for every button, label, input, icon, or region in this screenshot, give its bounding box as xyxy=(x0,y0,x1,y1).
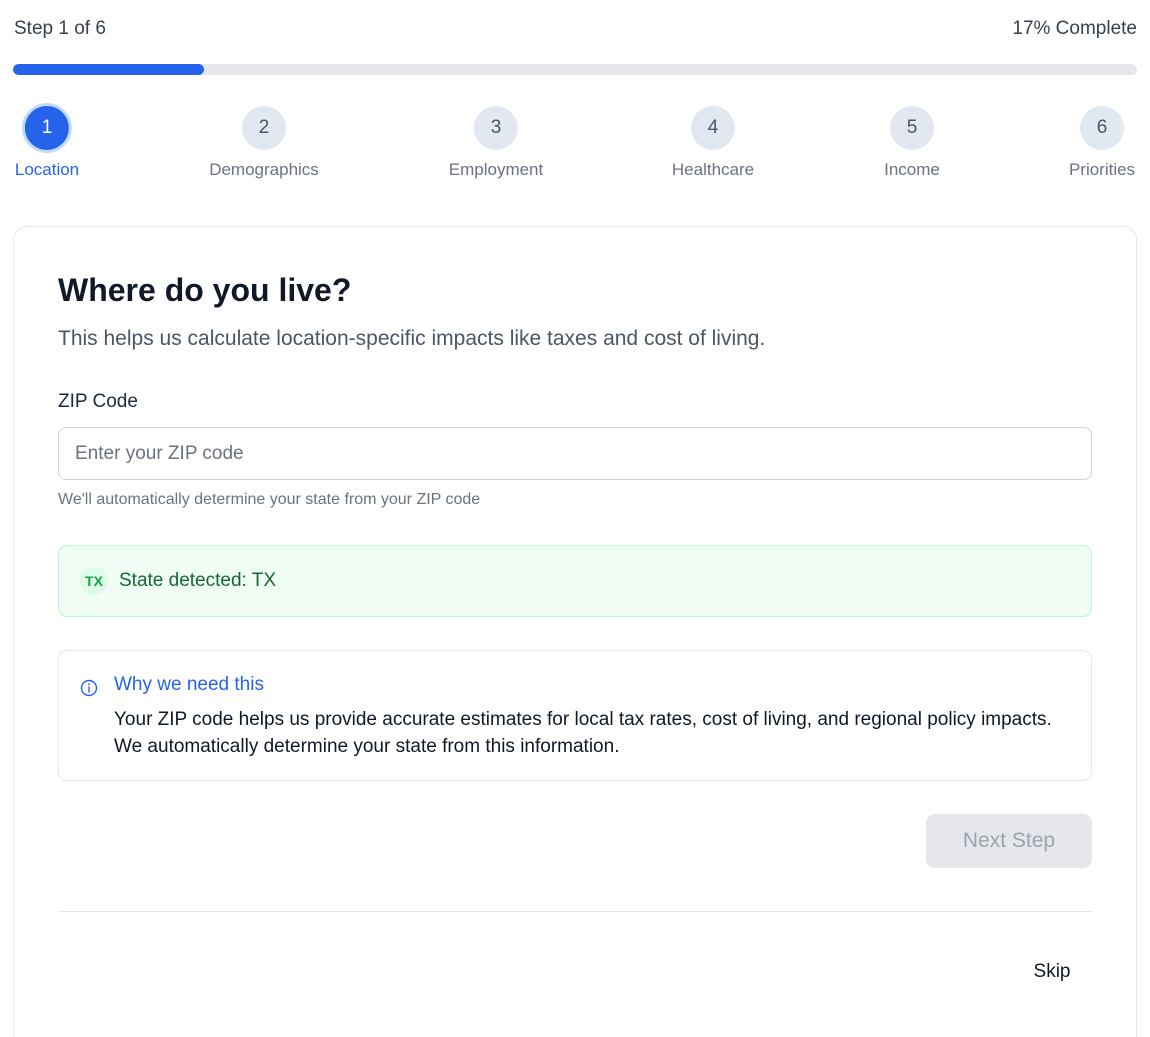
step-employment[interactable]: 3 Employment xyxy=(449,106,543,180)
step-income[interactable]: 5 Income xyxy=(884,106,940,180)
step-counter: Step 1 of 6 xyxy=(14,18,106,39)
skip-button[interactable]: Skip xyxy=(1012,950,1092,994)
zip-input[interactable] xyxy=(58,427,1092,480)
page-title: Where do you live? xyxy=(58,272,352,308)
percent-complete: 17% Complete xyxy=(1012,18,1137,39)
step-priorities[interactable]: 6 Priorities xyxy=(1069,106,1135,180)
divider xyxy=(58,911,1092,912)
step-label: Healthcare xyxy=(671,160,755,179)
state-badge: TX xyxy=(80,567,108,595)
step-label: Priorities xyxy=(1068,160,1136,179)
zip-helper-text: We'll automatically determine your state… xyxy=(58,491,481,508)
progress-bar-fill xyxy=(13,64,205,75)
info-body: Your ZIP code helps us provide accurate … xyxy=(114,709,1052,757)
step-number: 1 xyxy=(25,106,69,150)
step-healthcare[interactable]: 4 Healthcare xyxy=(672,106,754,180)
zip-label: ZIP Code xyxy=(58,391,138,412)
info-panel: Why we need this Your ZIP code helps us … xyxy=(58,650,1092,781)
page-subtitle: This helps us calculate location-specifi… xyxy=(58,327,766,350)
step-number: 2 xyxy=(241,106,286,150)
progress-header: Step 1 of 6 17% Complete xyxy=(14,16,1137,42)
step-number: 3 xyxy=(473,106,518,150)
info-title: Why we need this xyxy=(114,674,264,695)
step-number: 6 xyxy=(1080,106,1124,150)
step-label: Employment xyxy=(448,160,544,179)
next-step-button[interactable]: Next Step xyxy=(926,814,1092,868)
step-demographics[interactable]: 2 Demographics xyxy=(209,106,319,180)
step-number: 5 xyxy=(890,106,934,150)
progress-bar xyxy=(13,64,1137,75)
step-label: Demographics xyxy=(209,160,319,179)
state-detected-banner: TX State detected: TX xyxy=(58,545,1092,617)
onboarding-page: Step 1 of 6 17% Complete 1 Location 2 De… xyxy=(0,0,1150,1037)
step-location[interactable]: 1 Location xyxy=(15,106,79,180)
step-number: 4 xyxy=(691,106,735,150)
step-label: Location xyxy=(14,160,80,179)
info-icon xyxy=(80,679,98,697)
state-detected-text: State detected: TX xyxy=(119,570,277,591)
step-label: Income xyxy=(884,160,940,179)
